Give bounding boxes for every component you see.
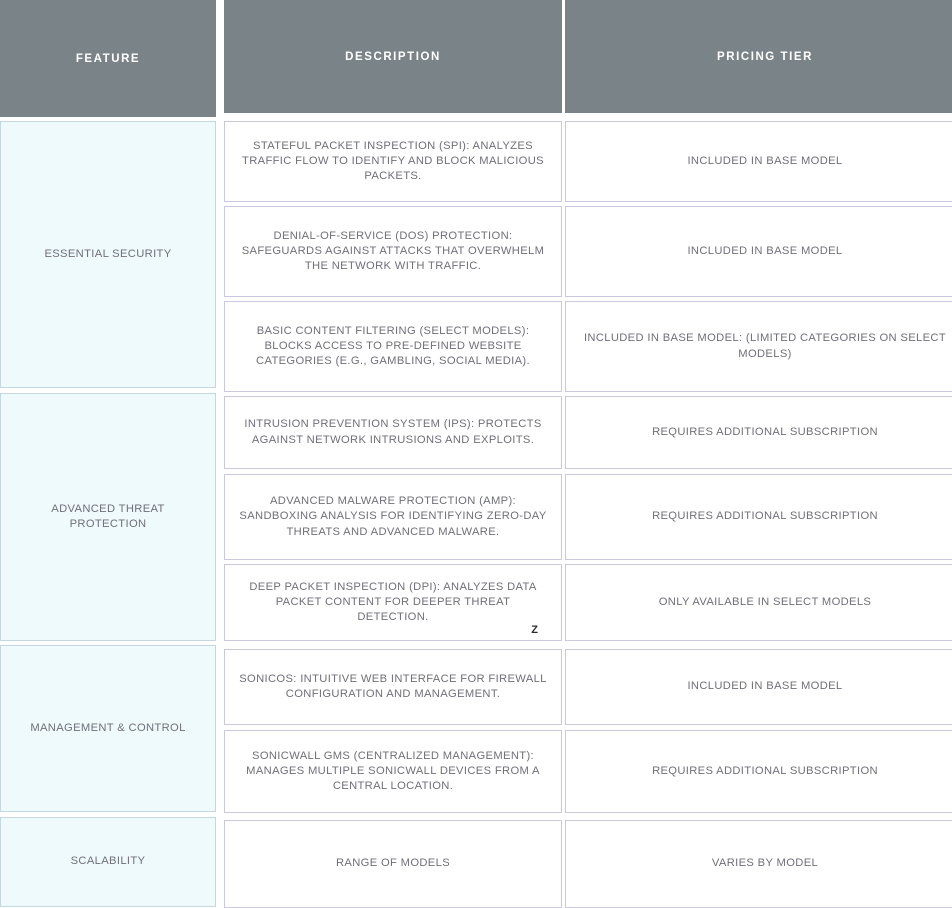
pricing-tier-text: VARIES BY MODEL xyxy=(711,857,819,870)
column-header-description: DESCRIPTION xyxy=(224,0,562,113)
description-text: STATEFUL PACKET INSPECTION (SPI): ANALYZ… xyxy=(242,139,544,183)
description-cell: DENIAL-OF-SERVICE (DOS) PROTECTION: SAFE… xyxy=(224,206,562,297)
pricing-tier-cell: ONLY AVAILABLE IN SELECT MODELS xyxy=(565,564,952,641)
description-text: ADVANCED MALWARE PROTECTION (AMP): SANDB… xyxy=(239,495,547,538)
pricing-tier-text: ONLY AVAILABLE IN SELECT MODELS xyxy=(658,595,872,608)
description-cell: DEEP PACKET INSPECTION (DPI): ANALYZES D… xyxy=(224,564,562,641)
feature-comparison-table: FEATURE DESCRIPTION PRICING TIER ESSENTI… xyxy=(0,0,952,908)
pricing-tier-text: INCLUDED IN BASE MODEL xyxy=(687,244,843,257)
column-header-feature-label: FEATURE xyxy=(75,52,141,65)
pricing-tier-cell: INCLUDED IN BASE MODEL xyxy=(565,649,952,725)
description-text: SONICWALL GMS (CENTRALIZED MANAGEMENT): … xyxy=(246,749,540,793)
description-text: BASIC CONTENT FILTERING (SELECT MODELS):… xyxy=(256,324,530,368)
pricing-tier-cell: INCLUDED IN BASE MODEL: (LIMITED CATEGOR… xyxy=(565,301,952,392)
description-text: DEEP PACKET INSPECTION (DPI): ANALYZES D… xyxy=(249,580,537,624)
pricing-tier-cell: REQUIRES ADDITIONAL SUBSCRIPTION xyxy=(565,396,952,469)
feature-group-cell: MANAGEMENT & CONTROL xyxy=(0,645,216,812)
description-cell: RANGE OF MODELS xyxy=(224,820,562,908)
description-cell: SONICOS: INTUITIVE WEB INTERFACE FOR FIR… xyxy=(224,649,562,725)
description-text: DENIAL-OF-SERVICE (DOS) PROTECTION: SAFE… xyxy=(241,229,545,273)
pricing-tier-text: INCLUDED IN BASE MODEL xyxy=(687,154,843,167)
feature-group-label: MANAGEMENT & CONTROL xyxy=(30,721,186,734)
pricing-tier-text: REQUIRES ADDITIONAL SUBSCRIPTION xyxy=(652,425,878,438)
pricing-tier-cell: REQUIRES ADDITIONAL SUBSCRIPTION xyxy=(565,730,952,813)
description-text: INTRUSION PREVENTION SYSTEM (IPS): PROTE… xyxy=(244,418,542,446)
pricing-tier-cell: INCLUDED IN BASE MODEL xyxy=(565,206,952,297)
column-header-feature: FEATURE xyxy=(0,0,216,117)
pricing-tier-text: INCLUDED IN BASE MODEL: (LIMITED CATEGOR… xyxy=(583,332,947,360)
pricing-tier-cell: INCLUDED IN BASE MODEL xyxy=(565,121,952,202)
description-text: RANGE OF MODELS xyxy=(335,857,451,870)
feature-group-cell: ADVANCED THREAT PROTECTION xyxy=(0,393,216,641)
column-header-pricing-tier-label: PRICING TIER xyxy=(717,50,813,63)
feature-group-label: ESSENTIAL SECURITY xyxy=(44,247,172,260)
description-cell: INTRUSION PREVENTION SYSTEM (IPS): PROTE… xyxy=(224,396,562,469)
pricing-tier-text: INCLUDED IN BASE MODEL xyxy=(687,680,843,693)
stray-character-glyph: Z xyxy=(531,623,538,636)
description-text: SONICOS: INTUITIVE WEB INTERFACE FOR FIR… xyxy=(239,672,547,700)
column-header-description-label: DESCRIPTION xyxy=(345,50,441,63)
feature-group-label: SCALABILITY xyxy=(70,855,146,868)
column-header-pricing-tier: PRICING TIER xyxy=(565,0,952,113)
feature-group-cell: ESSENTIAL SECURITY xyxy=(0,121,216,388)
pricing-tier-cell: REQUIRES ADDITIONAL SUBSCRIPTION xyxy=(565,474,952,560)
description-cell: ADVANCED MALWARE PROTECTION (AMP): SANDB… xyxy=(224,474,562,560)
feature-group-label: ADVANCED THREAT PROTECTION xyxy=(51,502,165,530)
pricing-tier-cell: VARIES BY MODEL xyxy=(565,820,952,908)
description-cell: STATEFUL PACKET INSPECTION (SPI): ANALYZ… xyxy=(224,121,562,202)
description-cell: BASIC CONTENT FILTERING (SELECT MODELS):… xyxy=(224,301,562,392)
feature-group-cell: SCALABILITY xyxy=(0,817,216,907)
pricing-tier-text: REQUIRES ADDITIONAL SUBSCRIPTION xyxy=(652,510,878,523)
pricing-tier-text: REQUIRES ADDITIONAL SUBSCRIPTION xyxy=(652,764,878,777)
description-cell: SONICWALL GMS (CENTRALIZED MANAGEMENT): … xyxy=(224,730,562,813)
